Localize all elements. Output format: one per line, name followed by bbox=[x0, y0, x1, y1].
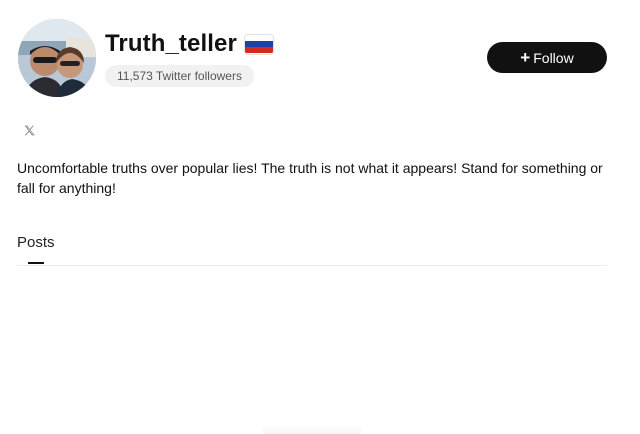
followers-badge: 11,573 Twitter followers bbox=[105, 65, 254, 87]
avatar-photo bbox=[18, 19, 96, 97]
follow-button[interactable]: + Follow bbox=[487, 42, 607, 73]
x-logo-icon bbox=[24, 125, 35, 135]
loading-placeholder bbox=[262, 425, 362, 434]
profile-name: Truth_teller bbox=[105, 30, 237, 57]
follow-button-label: Follow bbox=[533, 49, 574, 66]
x-profile-link[interactable] bbox=[20, 121, 38, 139]
profile-bio: Uncomfortable truths over popular lies! … bbox=[17, 160, 603, 196]
plus-icon: + bbox=[520, 47, 531, 67]
active-tab-indicator bbox=[28, 262, 44, 264]
tab-posts[interactable]: Posts bbox=[17, 233, 55, 253]
profile-name-row: Truth_teller bbox=[105, 29, 273, 59]
profile-avatar[interactable] bbox=[18, 19, 96, 97]
russia-flag-icon bbox=[244, 34, 273, 54]
tabs-divider bbox=[17, 265, 607, 266]
